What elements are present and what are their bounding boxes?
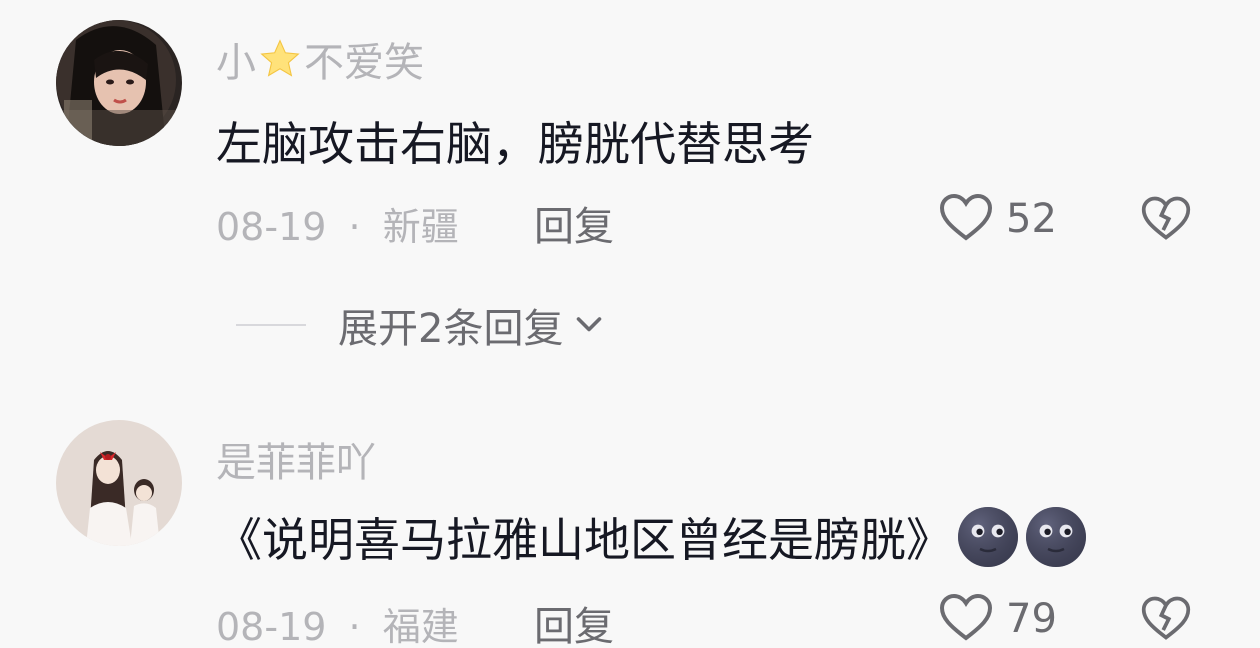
comment-meta: 08-19 · 福建 xyxy=(216,596,459,648)
comment-item: 小 不爱笑 左脑攻击右脑，膀胱代替思考 08-19 · 新疆 回复 52 xyxy=(0,0,1260,270)
reply-button[interactable]: 回复 xyxy=(534,194,614,252)
expand-replies-label: 展开2条回复 xyxy=(338,306,564,352)
comment-text-content: 《说明喜马拉雅山地区曾经是膀胱》 xyxy=(216,513,952,567)
comment-location: 新疆 xyxy=(382,205,459,249)
like-count: 79 xyxy=(1006,596,1057,642)
divider-line xyxy=(236,324,306,326)
username-text: 小 xyxy=(216,40,256,86)
username[interactable]: 是菲菲吖 xyxy=(216,430,376,488)
heart-icon xyxy=(938,192,994,246)
username-text: 是菲菲吖 xyxy=(216,440,376,486)
comment-text-content: 左脑攻击右脑，膀胱代替思考 xyxy=(216,117,814,171)
like-button[interactable]: 79 xyxy=(938,592,1057,646)
expand-replies-button[interactable]: 展开2条回复 xyxy=(236,296,607,354)
comment-date: 08-19 xyxy=(216,205,327,249)
heart-icon xyxy=(938,592,994,646)
comment-meta: 08-19 · 新疆 xyxy=(216,196,459,251)
username[interactable]: 小 不爱笑 xyxy=(216,30,424,88)
broken-heart-icon[interactable] xyxy=(1140,194,1192,242)
comment-date: 08-19 xyxy=(216,605,327,648)
comment-list: 小 不爱笑 左脑攻击右脑，膀胱代替思考 08-19 · 新疆 回复 52 展开2… xyxy=(0,0,1260,648)
reply-button[interactable]: 回复 xyxy=(534,594,614,648)
broken-heart-icon[interactable] xyxy=(1140,594,1192,642)
new-moon-face-icon xyxy=(1024,505,1088,569)
star-emoji-icon xyxy=(258,37,302,81)
like-button[interactable]: 52 xyxy=(938,192,1057,246)
comment-location: 福建 xyxy=(382,605,459,648)
comment-text: 《说明喜马拉雅山地区曾经是膀胱》 xyxy=(216,504,1088,570)
separator: · xyxy=(348,205,361,249)
comment-item: 是菲菲吖 《说明喜马拉雅山地区曾经是膀胱》 08-19 · 福建 回复 79 xyxy=(0,400,1260,648)
chevron-down-icon xyxy=(571,310,607,340)
like-count: 52 xyxy=(1006,196,1057,242)
avatar[interactable] xyxy=(56,420,182,546)
separator: · xyxy=(348,605,361,648)
avatar[interactable] xyxy=(56,20,182,146)
comment-text: 左脑攻击右脑，膀胱代替思考 xyxy=(216,108,814,174)
new-moon-face-icon xyxy=(956,505,1020,569)
username-text: 不爱笑 xyxy=(304,40,424,86)
